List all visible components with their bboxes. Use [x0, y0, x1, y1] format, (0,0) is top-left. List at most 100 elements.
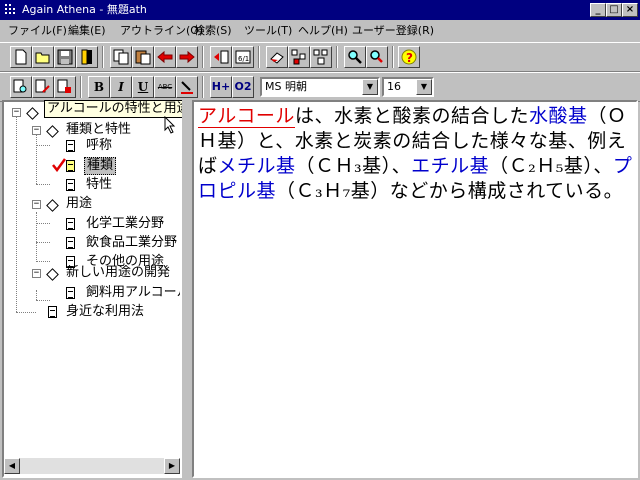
tree-line	[36, 212, 37, 262]
tree-line	[36, 134, 37, 184]
term-alcohol: アルコール	[198, 105, 295, 128]
tree-line	[16, 116, 17, 312]
toolbar-separator	[202, 76, 204, 98]
toolbar-separator	[102, 46, 104, 68]
tree-line	[36, 300, 50, 301]
tree-horizontal-scrollbar[interactable]: ◀ ▶	[4, 458, 180, 474]
copy-icon[interactable]	[110, 46, 132, 68]
edit-doc-icon[interactable]	[32, 76, 54, 98]
window-title: Again Athena - 無題ath	[22, 3, 147, 16]
search-replace-icon[interactable]	[366, 46, 388, 68]
search-icon[interactable]	[344, 46, 366, 68]
svg-text:6/1: 6/1	[238, 55, 249, 63]
menu-search[interactable]: 検索(S)	[194, 24, 232, 38]
toolbar-separator	[258, 46, 260, 68]
mouse-cursor-icon	[164, 116, 176, 134]
tree-item-new-uses[interactable]: 新しい用途の開発	[66, 265, 180, 281]
font-size-select[interactable]: 16 ▼	[382, 77, 434, 97]
menu-bar: ファイル(F) 編集(E) アウトライン(O) 検索(S) ツール(T) ヘルプ…	[0, 20, 640, 42]
tree-item-feed-alcohol[interactable]: 飼料用アルコール	[86, 285, 180, 301]
checkmark-icon	[52, 158, 66, 172]
maximize-button[interactable]: □	[606, 3, 622, 17]
scroll-left-icon[interactable]: ◀	[4, 458, 20, 474]
tree-item-chemical[interactable]: 化学工業分野	[86, 216, 164, 232]
tree-item-naming[interactable]: 呼称	[86, 138, 112, 154]
tree-item-properties[interactable]: 特性	[86, 177, 112, 193]
tree-line	[36, 290, 37, 300]
term-methyl[interactable]: メチル基	[218, 155, 296, 177]
menu-tools[interactable]: ツール(T)	[244, 24, 292, 38]
chevron-down-icon[interactable]: ▼	[362, 79, 378, 95]
menu-register[interactable]: ユーザー登録(R)	[352, 24, 434, 38]
tree-collapse-toggle[interactable]: −	[12, 108, 21, 117]
term-hydroxyl[interactable]: 水酸基	[529, 105, 588, 127]
new-doc-icon[interactable]	[10, 46, 32, 68]
chevron-down-icon[interactable]: ▼	[416, 79, 432, 95]
scroll-track[interactable]	[20, 458, 164, 474]
menu-help[interactable]: ヘルプ(H)	[298, 24, 348, 38]
toolbar-separator	[392, 46, 394, 68]
term-ethyl[interactable]: エチル基	[411, 155, 489, 177]
tree-item-types[interactable]: 種類	[84, 157, 117, 175]
arrow-right-icon[interactable]	[176, 46, 198, 68]
tree-item-types-properties[interactable]: 種類と特性	[66, 122, 131, 138]
topic-diamond-icon	[46, 268, 59, 281]
tree-collapse-toggle[interactable]: −	[32, 269, 41, 278]
document-icon	[66, 218, 75, 230]
outline-tree-pane[interactable]: − − 種類と特性 呼称 種類 特性 − 用途 化学工業分野 飲食品工業分野 そ…	[2, 100, 182, 478]
paste-icon[interactable]	[132, 46, 154, 68]
help-icon[interactable]: ?	[398, 46, 420, 68]
tree-line	[36, 242, 50, 243]
underline-button[interactable]: U	[132, 76, 154, 98]
close-button[interactable]: ×	[622, 3, 638, 17]
svg-text:?: ?	[406, 51, 413, 65]
pane-splitter[interactable]	[182, 100, 192, 480]
content-text[interactable]: アルコールは、水素と酸素の結合した水酸基（ＯＨ基）と、水素と炭素の結合した様々な…	[198, 104, 638, 204]
minimize-button[interactable]: _	[590, 3, 606, 17]
topic-diamond-icon	[26, 107, 39, 120]
document-icon	[66, 237, 75, 249]
arrow-left-icon[interactable]	[154, 46, 176, 68]
tree-collapse-toggle[interactable]: −	[32, 200, 41, 209]
tree-line	[36, 261, 50, 262]
bold-button[interactable]: B	[88, 76, 110, 98]
menu-outline[interactable]: アウトライン(O)	[120, 24, 203, 38]
tree-item-uses[interactable]: 用途	[66, 196, 92, 212]
menu-file[interactable]: ファイル(F)	[8, 24, 67, 38]
tree-line	[36, 223, 50, 224]
tree-collapse-toggle[interactable]: −	[32, 126, 41, 135]
format-toolbar: B I U ABC H+ O2 MS 明朝 ▼ 16 ▼	[0, 72, 640, 102]
text-segment: は、水素と酸素の結合した	[294, 105, 529, 127]
font-name-value: MS 明朝	[265, 80, 307, 93]
tree-line	[36, 184, 50, 185]
calendar-icon[interactable]: 6/1	[232, 46, 254, 68]
eraser-icon[interactable]	[266, 46, 288, 68]
font-name-select[interactable]: MS 明朝 ▼	[260, 77, 380, 97]
document-icon	[66, 160, 75, 172]
scroll-right-icon[interactable]: ▶	[164, 458, 180, 474]
document-icon	[66, 179, 75, 191]
outline-expand-icon[interactable]	[288, 46, 310, 68]
superscript-button[interactable]: H+	[210, 76, 232, 98]
text-segment: （ＣＨ₃基）、	[295, 155, 412, 177]
bookmark-icon[interactable]	[76, 46, 98, 68]
find-doc-icon[interactable]	[10, 76, 32, 98]
outline-collapse-icon[interactable]	[310, 46, 332, 68]
italic-button[interactable]: I	[110, 76, 132, 98]
menu-edit[interactable]: 編集(E)	[68, 24, 106, 38]
toolbar-separator	[80, 76, 82, 98]
topic-diamond-icon	[46, 125, 59, 138]
jump-back-icon[interactable]	[210, 46, 232, 68]
tree-line	[16, 312, 36, 313]
save-icon[interactable]	[54, 46, 76, 68]
document-icon	[66, 287, 75, 299]
subscript-button[interactable]: O2	[232, 76, 254, 98]
highlight-icon[interactable]	[176, 76, 198, 98]
tree-item-everyday-use[interactable]: 身近な利用法	[66, 304, 144, 320]
format-doc-icon[interactable]	[54, 76, 76, 98]
strikethrough-button[interactable]: ABC	[154, 76, 176, 98]
tree-item-food[interactable]: 飲食品工業分野	[86, 235, 180, 251]
app-icon[interactable]	[4, 3, 18, 17]
open-icon[interactable]	[32, 46, 54, 68]
text-segment: （Ｃ₂Ｈ₅基）、	[489, 155, 613, 177]
